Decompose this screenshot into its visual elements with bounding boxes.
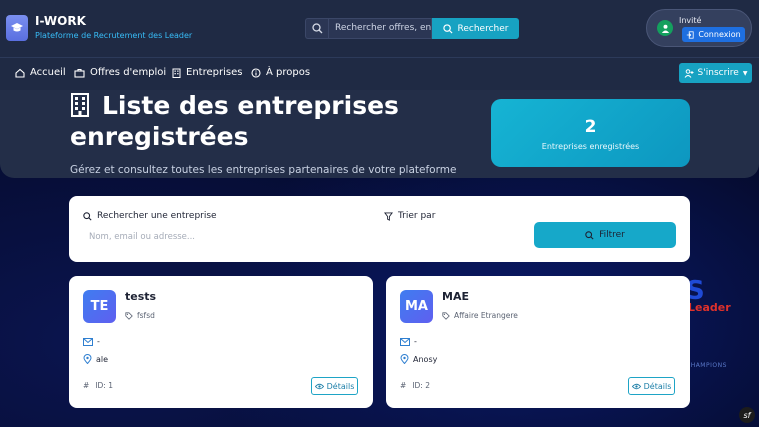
filter-panel: Rechercher une entreprise Nom, email ou …: [69, 196, 690, 262]
filter-icon: [384, 211, 393, 221]
company-location-text: Anosy: [413, 354, 438, 364]
building-icon: [172, 68, 181, 78]
search-button-label: Rechercher: [457, 23, 509, 34]
sort-label[interactable]: Trier par: [384, 211, 435, 221]
company-email: -: [400, 337, 417, 346]
search-icon: [442, 23, 453, 34]
mail-icon: [83, 337, 93, 346]
company-location: Anosy: [400, 354, 437, 364]
map-pin-icon: [400, 354, 409, 364]
top-header: I-WORK Plateforme de Recrutement des Lea…: [0, 0, 759, 58]
symfony-icon[interactable]: sf: [739, 407, 755, 423]
page-title: Liste des entreprises enregistrées: [70, 90, 490, 152]
user-plus-icon: [684, 68, 694, 78]
company-location-text: ale: [96, 354, 109, 364]
search-label-text: Rechercher une entreprise: [97, 211, 217, 221]
company-email-text: -: [97, 337, 100, 346]
company-sector-text: fsfsd: [137, 311, 155, 320]
company-sector-text: Affaire Etrangere: [454, 311, 518, 320]
nav-item-label: Accueil: [30, 67, 66, 78]
mail-icon: [400, 337, 410, 346]
nav-item-label: Entreprises: [186, 67, 243, 78]
brand-title[interactable]: I-WORK: [35, 14, 86, 28]
search-icon: [585, 230, 594, 240]
stat-card: 2 Entreprises enregistrées: [491, 99, 690, 167]
details-button-label: Détails: [326, 381, 355, 391]
eye-icon: [631, 383, 641, 389]
company-location: ale: [83, 354, 108, 364]
chevron-down-icon: ▼: [742, 69, 748, 77]
company-name: tests: [125, 290, 157, 303]
company-sector: fsfsd: [125, 311, 155, 320]
signup-label: S'inscrire: [697, 68, 739, 78]
signup-button[interactable]: S'inscrire ▼: [679, 63, 752, 83]
company-id-text: ID: 1: [95, 381, 113, 390]
search-icon: [305, 18, 328, 39]
company-search-input[interactable]: Nom, email ou adresse...: [89, 232, 369, 246]
company-id-text: ID: 2: [412, 381, 430, 390]
user-icon: [657, 20, 673, 36]
user-panel: Invité Connexion: [646, 9, 752, 47]
hero-section: Liste des entreprises enregistrées Gérez…: [0, 90, 759, 178]
stat-value: 2: [584, 117, 597, 137]
brand-subtitle: Plateforme de Recrutement des Leader: [35, 31, 193, 40]
nav-item-label: Offres d'emploi: [90, 67, 167, 78]
company-id: # ID: 2: [400, 381, 430, 390]
nav-item-entreprises[interactable]: Entreprises: [172, 67, 242, 78]
company-card: TE tests fsfsd - ale # ID: 1 Détails: [69, 276, 373, 408]
company-avatar: TE: [83, 290, 116, 323]
tag-icon: [442, 311, 450, 320]
stat-label: Entreprises enregistrées: [541, 142, 640, 151]
user-name: Invité: [679, 16, 702, 25]
company-email: -: [83, 337, 100, 346]
briefcase-icon: [74, 68, 85, 78]
company-avatar: MA: [400, 290, 433, 323]
header-search: Rechercher offres, en Rechercher: [305, 18, 519, 39]
emblem-word: Leader: [688, 301, 731, 314]
login-button[interactable]: Connexion: [682, 27, 745, 42]
company-id: # ID: 1: [83, 381, 113, 390]
details-button-label: Détails: [643, 381, 672, 391]
graduation-cap-icon[interactable]: [6, 15, 28, 41]
home-icon: [15, 68, 25, 78]
main-nav: Accueil Offres d'emploi Entreprises À pr…: [0, 58, 759, 90]
tag-icon: [125, 311, 133, 320]
company-name: MAE: [442, 290, 469, 303]
company-email-text: -: [414, 337, 417, 346]
hash-icon: #: [83, 381, 90, 390]
search-button[interactable]: Rechercher: [432, 18, 519, 39]
filter-button[interactable]: Filtrer: [534, 222, 676, 248]
hash-icon: #: [400, 381, 407, 390]
filter-button-label: Filtrer: [599, 230, 625, 240]
login-label: Connexion: [698, 30, 741, 39]
details-button[interactable]: Détails: [628, 377, 675, 395]
sort-label-text: Trier par: [398, 211, 436, 221]
emblem-tagline: CHAMPIONS: [686, 362, 727, 369]
nav-item-label: À propos: [266, 67, 311, 78]
eye-icon: [314, 383, 324, 389]
company-sector: Affaire Etrangere: [442, 311, 518, 320]
building-icon: [71, 93, 89, 117]
search-label: Rechercher une entreprise: [83, 211, 217, 221]
nav-item-offres[interactable]: Offres d'emploi: [74, 67, 166, 78]
search-input[interactable]: Rechercher offres, en: [328, 18, 432, 39]
details-button[interactable]: Détails: [311, 377, 358, 395]
info-icon: [251, 67, 261, 78]
nav-item-apropos[interactable]: À propos: [251, 67, 310, 78]
page-title-text: Liste des entreprises enregistrées: [70, 91, 399, 151]
page-description: Gérez et consultez toutes les entreprise…: [70, 164, 457, 176]
map-pin-icon: [83, 354, 92, 364]
nav-item-accueil[interactable]: Accueil: [15, 67, 66, 78]
search-icon: [83, 211, 92, 221]
company-card: MA MAE Affaire Etrangere - Anosy # ID: 2…: [386, 276, 690, 408]
login-icon: [687, 30, 694, 39]
